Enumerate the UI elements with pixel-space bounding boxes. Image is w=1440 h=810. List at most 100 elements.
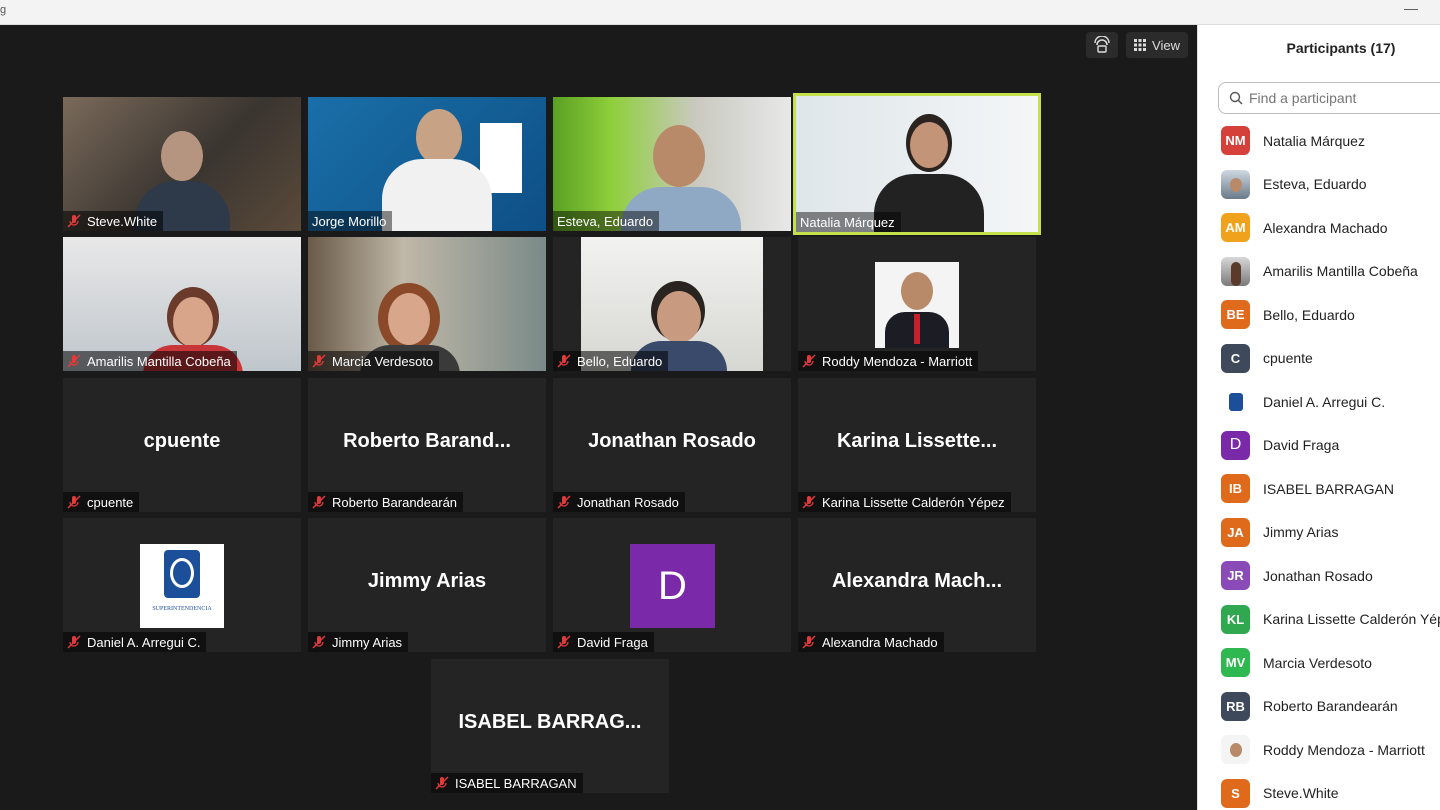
participant-name: Roddy Mendoza - Marriott xyxy=(822,353,973,369)
mic-muted-icon xyxy=(802,495,816,509)
panel-title: Participants (17) xyxy=(1286,40,1396,56)
participant-name: ISABEL BARRAGAN xyxy=(1263,480,1394,497)
tile-name-bar: Jonathan Rosado xyxy=(553,492,685,512)
participant-name: Bello, Eduardo xyxy=(577,353,663,369)
list-item[interactable]: NM Natalia Márquez xyxy=(1198,119,1440,163)
list-item[interactable]: S Steve.White xyxy=(1198,772,1440,810)
participant-name: Roberto Barandearán xyxy=(1263,698,1398,715)
video-tile-alexandra-machado[interactable]: Alexandra Mach... Alexandra Machado xyxy=(798,518,1036,652)
list-item[interactable]: MV Marcia Verdesoto xyxy=(1198,641,1440,685)
tile-name-bar: Esteva, Eduardo xyxy=(553,211,660,231)
mic-muted-icon xyxy=(67,354,81,368)
video-tile-natalia-marquez[interactable]: Natalia Márquez xyxy=(793,93,1041,235)
tile-name-bar: Roberto Barandearán xyxy=(308,492,464,512)
participant-name: Natalia Márquez xyxy=(800,214,895,230)
mic-muted-icon xyxy=(802,354,816,368)
participant-name: Natalia Márquez xyxy=(1263,132,1365,149)
window-title: g xyxy=(0,4,7,16)
video-tile-jorge-morillo[interactable]: Jorge Morillo xyxy=(308,97,546,231)
video-tile-marcia-verdesoto[interactable]: Marcia Verdesoto xyxy=(308,237,546,371)
minimize-button[interactable]: — xyxy=(1404,0,1418,16)
participants-panel: Participants (17) NM Natalia Márquez Est… xyxy=(1197,25,1440,810)
participant-name: Esteva, Eduardo xyxy=(1263,176,1367,193)
search-icon xyxy=(1229,91,1243,105)
tile-display-name: Karina Lissette... xyxy=(836,430,998,452)
list-item[interactable]: RB Roberto Barandearán xyxy=(1198,685,1440,729)
tile-name-bar: Marcia Verdesoto xyxy=(308,351,440,371)
superintendencia-logo: SUPERINTENDENCIA xyxy=(140,544,224,628)
search-input[interactable] xyxy=(1247,89,1431,107)
participant-name: ISABEL BARRAGAN xyxy=(455,775,577,791)
video-tile-david-fraga[interactable]: D David Fraga xyxy=(553,518,791,652)
video-tile-karina-calderon[interactable]: Karina Lissette... Karina Lissette Calde… xyxy=(798,378,1036,512)
mic-muted-icon xyxy=(67,214,81,228)
avatar: S xyxy=(1221,778,1250,808)
avatar: NM xyxy=(1221,126,1250,156)
video-tile-cpuente[interactable]: cpuente cpuente xyxy=(63,378,301,512)
list-item[interactable]: KL Karina Lissette Calderón Yépez xyxy=(1198,598,1440,642)
participant-search[interactable] xyxy=(1218,82,1440,114)
tile-name-bar: Jimmy Arias xyxy=(308,632,409,652)
avatar xyxy=(1221,735,1250,765)
participant-name: David Fraga xyxy=(1263,437,1340,454)
video-tile-steve-white[interactable]: Steve.White xyxy=(63,97,301,231)
participant-name: cpuente xyxy=(1263,350,1313,367)
tile-display-name: Alexandra Mach... xyxy=(831,570,1003,592)
participant-name: Jimmy Arias xyxy=(1263,524,1339,541)
list-item[interactable]: D David Fraga xyxy=(1198,424,1440,468)
mic-muted-icon xyxy=(435,776,449,790)
participant-list: NM Natalia Márquez Esteva, Eduardo AM Al… xyxy=(1198,119,1440,810)
video-tile-daniel-arregui[interactable]: SUPERINTENDENCIA Daniel A. Arregui C. xyxy=(63,518,301,652)
list-item[interactable]: Amarilis Mantilla Cobeña xyxy=(1198,250,1440,294)
video-tile-jonathan-rosado[interactable]: Jonathan Rosado Jonathan Rosado xyxy=(553,378,791,512)
immersive-icon xyxy=(1094,36,1110,53)
list-item[interactable]: BE Bello, Eduardo xyxy=(1198,293,1440,337)
tile-display-name: ISABEL BARRAG... xyxy=(458,711,642,733)
avatar: RB xyxy=(1221,691,1250,721)
participant-name: Roddy Mendoza - Marriott xyxy=(1263,741,1425,758)
view-button[interactable]: View xyxy=(1126,32,1188,58)
list-item[interactable]: C cpuente xyxy=(1198,337,1440,381)
participant-name: Bello, Eduardo xyxy=(1263,306,1355,323)
profile-photo xyxy=(875,262,959,348)
video-tile-jimmy-arias[interactable]: Jimmy Arias Jimmy Arias xyxy=(308,518,546,652)
video-tile-amarilis-mantilla[interactable]: Amarilis Mantilla Cobeña xyxy=(63,237,301,371)
video-tile-bello-eduardo[interactable]: Bello, Eduardo xyxy=(553,237,791,371)
participant-name: Alexandra Machado xyxy=(1263,219,1388,236)
tile-display-name: Roberto Barand... xyxy=(343,430,511,452)
list-item[interactable]: AM Alexandra Machado xyxy=(1198,206,1440,250)
list-item[interactable]: IB ISABEL BARRAGAN xyxy=(1198,467,1440,511)
participant-name: Roberto Barandearán xyxy=(332,494,458,510)
list-item[interactable]: Roddy Mendoza - Marriott xyxy=(1198,728,1440,772)
mic-muted-icon xyxy=(312,495,326,509)
participant-name: David Fraga xyxy=(577,634,648,650)
tile-name-bar: Amarilis Mantilla Cobeña xyxy=(63,351,237,371)
tile-name-bar: Steve.White xyxy=(63,211,164,231)
participant-name: Steve.White xyxy=(1263,785,1339,802)
participant-name: Esteva, Eduardo xyxy=(557,213,654,229)
video-tile-roddy-mendoza[interactable]: Roddy Mendoza - Marriott xyxy=(798,237,1036,371)
tile-display-name: Jonathan Rosado xyxy=(588,430,756,452)
mic-muted-icon xyxy=(557,354,571,368)
list-item[interactable]: Daniel A. Arregui C. xyxy=(1198,380,1440,424)
list-item[interactable]: JA Jimmy Arias xyxy=(1198,511,1440,555)
list-item[interactable]: Esteva, Eduardo xyxy=(1198,163,1440,207)
list-item[interactable]: JR Jonathan Rosado xyxy=(1198,554,1440,598)
video-tile-esteva-eduardo[interactable]: Esteva, Eduardo xyxy=(553,97,791,231)
tile-name-bar: Daniel A. Arregui C. xyxy=(63,632,207,652)
participant-name: Karina Lissette Calderón Yépez xyxy=(1263,611,1440,628)
participant-name: Marcia Verdesoto xyxy=(1263,654,1372,671)
avatar xyxy=(1221,256,1250,286)
immersive-toggle-button[interactable] xyxy=(1086,32,1118,58)
participant-name: Alexandra Machado xyxy=(822,634,938,650)
participant-name: Jonathan Rosado xyxy=(577,494,679,510)
tile-name-bar: cpuente xyxy=(63,492,140,512)
mic-muted-icon xyxy=(557,635,571,649)
participant-name: Amarilis Mantilla Cobeña xyxy=(1263,263,1418,280)
tile-name-bar: Bello, Eduardo xyxy=(553,351,669,371)
tile-name-bar: Natalia Márquez xyxy=(796,212,901,232)
tile-display-name: cpuente xyxy=(143,430,221,452)
video-tile-roberto-barandearan[interactable]: Roberto Barand... Roberto Barandearán xyxy=(308,378,546,512)
tile-name-bar: Karina Lissette Calderón Yépez xyxy=(798,492,1011,512)
video-tile-isabel-barragan[interactable]: ISABEL BARRAG... ISABEL BARRAGAN xyxy=(431,659,669,793)
